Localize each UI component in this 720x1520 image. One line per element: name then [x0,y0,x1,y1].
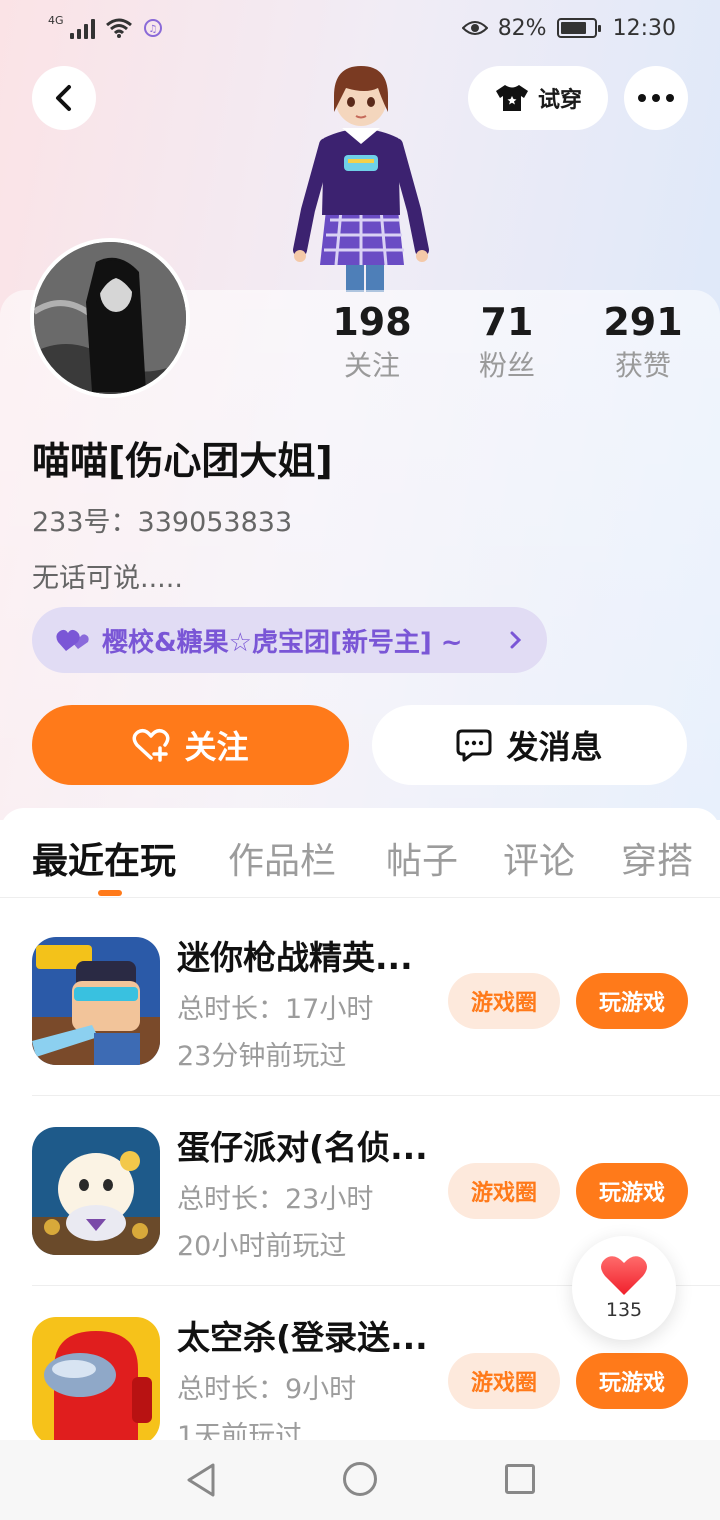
tab-comments[interactable]: 评论 [503,832,575,884]
hearts-icon [56,629,89,651]
play-game-button[interactable]: 玩游戏 [576,1163,688,1219]
tabs-divider [0,897,720,898]
game-art [32,1317,160,1445]
avatar-character-image[interactable] [286,60,436,292]
play-game-button[interactable]: 玩游戏 [576,1353,688,1409]
battery-percent: 82% [497,15,547,41]
game-title: 迷你枪战精英... [177,938,413,977]
following-label: 关注 [343,349,400,382]
game-circle-button[interactable]: 游戏圈 [448,1163,560,1219]
message-button[interactable]: 发消息 [372,705,687,785]
game-icon-eggy-party[interactable] [32,1127,160,1255]
likes-label: 获赞 [614,349,671,382]
music-app-icon: ♫ [143,19,162,37]
battery-icon [556,18,601,38]
wifi-icon [105,18,132,38]
like-button[interactable]: 135 [572,1236,676,1340]
tab-outfits[interactable]: 穿搭 [621,832,693,884]
following-count: 198 [332,300,412,344]
follow-label: 关注 [184,728,249,766]
eye-comfort-icon [461,21,488,35]
game-title: 蛋仔派对(名侦... [177,1128,428,1167]
more-button[interactable] [624,66,688,130]
play-game-button[interactable]: 玩游戏 [576,973,688,1029]
nav-back-icon[interactable] [186,1462,216,1498]
followers-stat[interactable]: 71 粉丝 [447,298,567,386]
game-icon-mini-gun[interactable] [32,937,160,1065]
back-button[interactable] [32,66,96,130]
tab-posts[interactable]: 帖子 [386,832,458,884]
heart-icon [601,1256,647,1295]
heart-add-icon [132,728,170,762]
tshirt-icon [495,85,528,111]
nav-home-icon[interactable] [343,1462,377,1496]
game-duration: 总时长：23小时 [177,1184,374,1215]
user-id[interactable]: 233号：339053833 [32,500,292,539]
follow-button[interactable]: 关注 [32,705,349,785]
row-divider [32,1095,720,1096]
game-icon-space-kill[interactable] [32,1317,160,1445]
tab-works[interactable]: 作品栏 [228,832,336,884]
chevron-left-icon [56,85,71,111]
try-on-label: 试穿 [537,88,582,113]
game-last-played: 23分钟前玩过 [177,1041,347,1072]
more-dots-icon [638,94,674,102]
like-count: 135 [605,1299,643,1321]
tab-recent-played[interactable]: 最近在玩 [32,832,176,884]
chat-bubble-icon [456,729,492,762]
group-link[interactable]: 樱校&糖果☆虎宝团[新号主] ~ [32,607,547,673]
likes-count: 291 [603,300,683,344]
try-on-button[interactable]: 试穿 [468,66,608,130]
following-stat[interactable]: 198 关注 [312,298,432,386]
game-circle-button[interactable]: 游戏圈 [448,1353,560,1409]
followers-label: 粉丝 [478,349,535,382]
network-type: 4G [48,13,64,27]
nav-recents-icon[interactable] [505,1464,535,1494]
status-bar: 4G ♫ 82% 12:30 [0,0,720,56]
group-name: 樱校&糖果☆虎宝团[新号主] ~ [102,627,463,658]
svg-text:♫: ♫ [148,24,157,35]
game-title: 太空杀(登录送... [177,1318,428,1357]
username: 喵喵[伤心团大姐] [32,439,333,483]
message-label: 发消息 [506,728,603,766]
avatar-photo [34,242,186,394]
user-bio: 无话可说..... [32,563,183,594]
system-navigation-bar [0,1440,720,1520]
signal-icon [69,17,95,39]
user-avatar[interactable] [30,238,190,398]
followers-count: 71 [480,300,534,344]
game-duration: 总时长：9小时 [177,1374,357,1405]
likes-stat[interactable]: 291 获赞 [583,298,703,386]
game-art [32,937,160,1065]
game-circle-button[interactable]: 游戏圈 [448,973,560,1029]
game-art [32,1127,160,1255]
active-tab-indicator [98,890,122,896]
profile-tabs: 最近在玩 作品栏 帖子 评论 穿搭 [0,820,720,898]
chevron-right-icon [510,631,522,649]
game-duration: 总时长：17小时 [177,994,374,1025]
clock: 12:30 [612,15,676,41]
game-row[interactable]: 迷你枪战精英... 总时长：17小时 23分钟前玩过 游戏圈 玩游戏 [0,937,720,1127]
game-last-played: 20小时前玩过 [177,1231,347,1262]
